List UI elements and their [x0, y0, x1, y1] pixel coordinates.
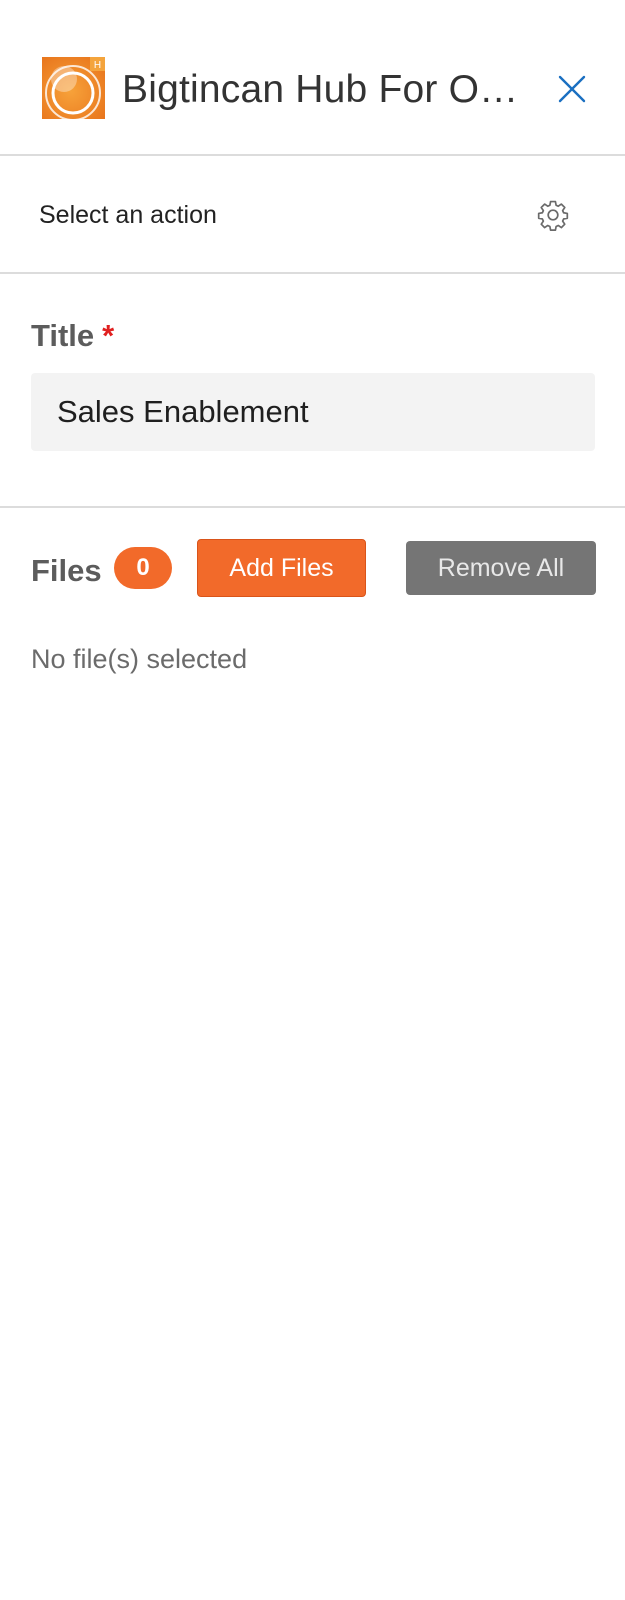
no-files-message: No file(s) selected — [31, 644, 248, 674]
files-section: Files 0 Add Files Remove All No file(s) … — [0, 508, 625, 708]
title-label-text: Title — [31, 318, 95, 353]
logo-badge: H — [94, 60, 101, 71]
files-count-badge: 0 — [114, 547, 172, 589]
close-icon[interactable] — [555, 72, 589, 106]
pane-header: H Bigtincan Hub For Out... — [0, 0, 625, 156]
add-files-button[interactable]: Add Files — [197, 539, 366, 597]
add-in-pane: H Bigtincan Hub For Out... Select an act… — [0, 0, 625, 1600]
select-action-dropdown[interactable]: Select an action — [39, 201, 217, 230]
app-logo: H — [42, 57, 105, 119]
title-section: Title * — [0, 274, 625, 508]
action-bar: Select an action — [0, 156, 625, 274]
gear-icon[interactable] — [536, 198, 570, 232]
title-label: Title * — [31, 318, 114, 354]
app-title: Bigtincan Hub For Out... — [122, 68, 540, 111]
remove-all-button[interactable]: Remove All — [406, 541, 596, 595]
files-label: Files — [31, 553, 102, 588]
title-input[interactable] — [31, 373, 595, 451]
required-indicator: * — [102, 318, 115, 353]
